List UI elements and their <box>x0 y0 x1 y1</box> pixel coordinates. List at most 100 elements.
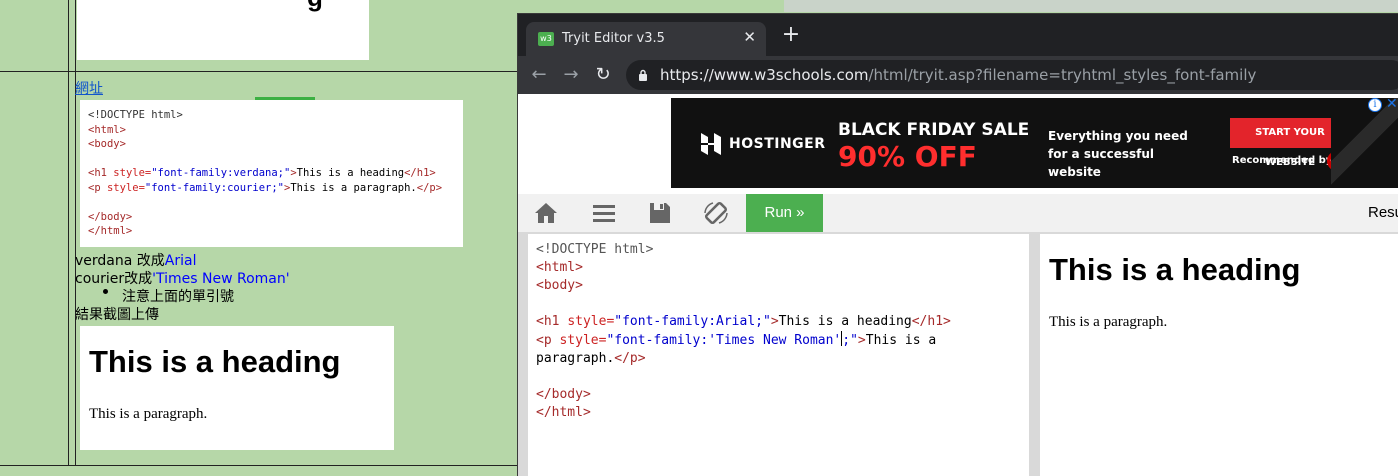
code-line: </html> <box>88 224 463 239</box>
code-token: "font-family:courier;" <box>144 181 284 194</box>
browser-toolbar: ← → ↻ https://www.w3schools.com/html/try… <box>518 56 1398 94</box>
ad-area: HOSTINGER BLACK FRIDAY SALE 90% OFF Ever… <box>518 94 1398 194</box>
bullet-icon <box>103 289 108 294</box>
run-button[interactable]: Run » <box>746 194 823 232</box>
lock-icon <box>639 69 647 81</box>
code-token: </html> <box>88 225 133 237</box>
code-line: <h1 style="font-family:verdana;">This is… <box>88 166 463 181</box>
table-border <box>0 465 520 466</box>
background-image-strip <box>784 0 1398 12</box>
code-token: </body> <box>88 210 133 223</box>
browser-window: w3 Tryit Editor v3.5 ✕ + ← → ↻ https://w… <box>517 13 1398 476</box>
code-line: <body> <box>88 137 463 152</box>
code-line: </body> <box>536 386 1029 404</box>
rotate-orientation-icon[interactable] <box>702 199 730 227</box>
code-line: <p style="font-family:courier;">This is … <box>88 181 463 196</box>
instruction-value: Arial <box>164 253 197 269</box>
menu-icon[interactable] <box>590 199 618 227</box>
instruction-line-2: courier改成'Times New Roman' <box>75 270 290 288</box>
ad-close-icon[interactable]: ✕ <box>1386 96 1398 112</box>
image-text-fragment: g <box>307 0 323 13</box>
code-token: <p <box>88 181 107 194</box>
code-token: This is a <box>865 333 937 348</box>
code-line: <html> <box>536 259 1029 277</box>
ad-discount: 90% OFF <box>838 140 977 173</box>
result-paragraph: This is a paragraph. <box>89 406 208 422</box>
code-token: This is a paragraph. <box>290 181 417 194</box>
code-token: "font-family:'Times New Roman' <box>606 333 842 348</box>
instruction-value: 'Times New Roman' <box>152 271 290 287</box>
code-token: </h1> <box>404 167 436 179</box>
code-line: <body> <box>536 277 1029 295</box>
instruction-text: verdana 改成 <box>75 253 165 269</box>
result-screenshot: This is a heading This is a paragraph. <box>80 326 394 450</box>
instruction-line-1: verdana 改成Arial <box>75 252 196 270</box>
code-token: </html> <box>536 405 591 420</box>
hostinger-banner-ad[interactable]: HOSTINGER BLACK FRIDAY SALE 90% OFF Ever… <box>671 98 1398 188</box>
code-editor[interactable]: <!DOCTYPE html> <html> <body> <h1 style="f… <box>528 234 1029 476</box>
table-border <box>68 0 69 466</box>
code-line: paragraph.</p> <box>536 350 1029 368</box>
code-token: style= <box>559 333 607 348</box>
forward-arrow-icon[interactable]: → <box>560 64 582 86</box>
code-token: </p> <box>614 351 646 366</box>
reload-icon[interactable]: ↻ <box>592 64 614 86</box>
url-text: https://www.w3schools.com/html/tryit.asp… <box>660 66 1256 84</box>
table-border <box>0 71 520 72</box>
hostinger-logo-icon <box>701 133 721 155</box>
tab-strip: w3 Tryit Editor v3.5 ✕ + <box>518 14 1398 56</box>
code-token: <!DOCTYPE html> <box>88 109 183 121</box>
code-token: <body> <box>88 138 126 150</box>
code-line: <p style="font-family:'Times New Roman';… <box>536 331 1029 350</box>
result-heading: This is a heading <box>89 344 341 379</box>
w3schools-favicon-icon: w3 <box>538 32 554 46</box>
screenshot-image-top: g <box>77 0 369 60</box>
code-token: style= <box>106 181 145 194</box>
code-line: <!DOCTYPE html> <box>536 241 1029 259</box>
code-token: </body> <box>536 387 591 402</box>
result-frame: This is a heading This is a paragraph. <box>1040 234 1398 476</box>
code-token: <body> <box>536 278 583 293</box>
code-line: <h1 style="font-family:Arial;">This is a… <box>536 313 1029 331</box>
code-token: <h1 <box>536 314 568 329</box>
new-tab-button[interactable]: + <box>778 22 804 48</box>
address-bar[interactable]: https://www.w3schools.com/html/tryit.asp… <box>626 60 1398 90</box>
code-token: <!DOCTYPE html> <box>536 242 654 257</box>
output-heading: This is a heading <box>1049 252 1301 287</box>
tab-tryit-editor[interactable]: w3 Tryit Editor v3.5 ✕ <box>526 22 766 56</box>
code-screenshot: <!DOCTYPE html> <html> <body> <h1 style="f… <box>80 100 463 247</box>
code-token: > <box>857 333 866 348</box>
back-arrow-icon[interactable]: ← <box>528 64 550 86</box>
code-token: > <box>770 314 779 329</box>
output-paragraph: This is a paragraph. <box>1049 314 1168 330</box>
code-line: <html> <box>88 123 463 138</box>
home-icon[interactable] <box>532 199 560 227</box>
ad-sale-text: BLACK FRIDAY SALE <box>838 120 1030 140</box>
code-token: This is a heading <box>296 167 405 179</box>
url-host: https://www.w3schools.com <box>660 66 869 84</box>
code-line: </html> <box>536 404 1029 422</box>
code-token: <html> <box>536 260 583 275</box>
code-line: <!DOCTYPE html> <box>88 108 463 123</box>
code-token: </h1> <box>911 314 951 329</box>
save-icon[interactable] <box>646 199 674 227</box>
code-token: ;" <box>842 333 858 348</box>
ad-brand: HOSTINGER <box>729 136 826 152</box>
code-token: "font-family:Arial;" <box>614 314 771 329</box>
code-token: "font-family:verdana;" <box>151 167 291 179</box>
code-line: </body> <box>88 210 463 225</box>
adchoices-icon[interactable]: i <box>1368 98 1382 112</box>
tab-title: Tryit Editor v3.5 <box>562 31 665 46</box>
close-tab-icon[interactable]: ✕ <box>743 28 756 46</box>
table-border <box>75 0 76 466</box>
code-token: This is a heading <box>778 314 912 329</box>
code-token: style= <box>567 314 615 329</box>
result-size-label: Resu <box>1368 204 1398 221</box>
ad-description: Everything you need for a successful web… <box>1048 129 1188 179</box>
url-link[interactable]: 網址 <box>75 78 103 98</box>
code-token: </p> <box>416 181 443 194</box>
ad-recommended-text: Recommended by <box>1232 155 1333 166</box>
